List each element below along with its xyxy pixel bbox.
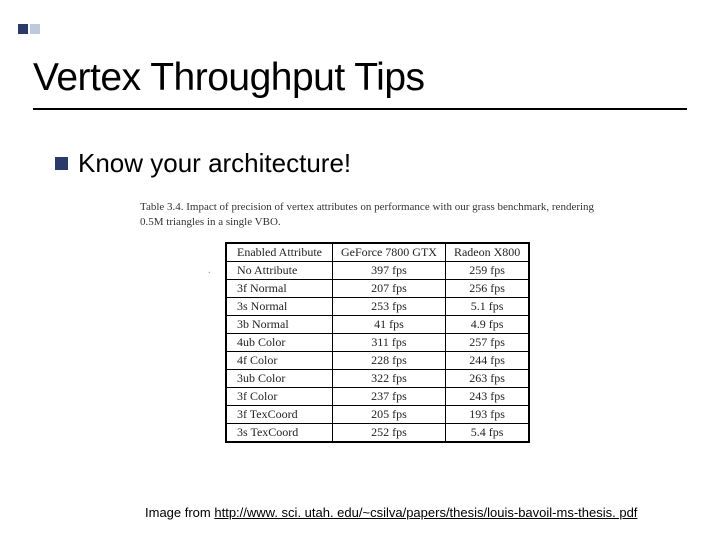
- credit-prefix: Image from: [145, 505, 214, 520]
- table-cell: 253 fps: [332, 298, 445, 316]
- table-cell: 259 fps: [445, 262, 528, 280]
- table-row: 4f Color228 fps244 fps: [227, 352, 529, 370]
- table-cell: 311 fps: [332, 334, 445, 352]
- table-cell: 207 fps: [332, 280, 445, 298]
- title-underline: [33, 108, 687, 110]
- bullet-square-icon: [55, 157, 68, 170]
- table-cell: 4.9 fps: [445, 316, 528, 334]
- table-cell: 3ub Color: [227, 370, 333, 388]
- table-cell: 397 fps: [332, 262, 445, 280]
- table-cell: 205 fps: [332, 406, 445, 424]
- table-row: 4ub Color311 fps257 fps: [227, 334, 529, 352]
- table-cell: 3f Normal: [227, 280, 333, 298]
- table-cell: 263 fps: [445, 370, 528, 388]
- table-cell: 3f TexCoord: [227, 406, 333, 424]
- table-header: GeForce 7800 GTX: [332, 244, 445, 262]
- table-cell: 322 fps: [332, 370, 445, 388]
- table-cell: 228 fps: [332, 352, 445, 370]
- slide-accent: [18, 24, 40, 34]
- table-row: 3f Normal207 fps256 fps: [227, 280, 529, 298]
- table-cell: No Attribute: [227, 262, 333, 280]
- page-title: Vertex Throughput Tips: [33, 56, 425, 100]
- table-cell: 41 fps: [332, 316, 445, 334]
- table-row: 3s Normal253 fps5.1 fps: [227, 298, 529, 316]
- table-cell: 193 fps: [445, 406, 528, 424]
- table-cell: 257 fps: [445, 334, 528, 352]
- bullet-item: Know your architecture!: [55, 148, 351, 179]
- table-cell: 4f Color: [227, 352, 333, 370]
- table-row: 3b Normal41 fps4.9 fps: [227, 316, 529, 334]
- table-cell: 3s TexCoord: [227, 424, 333, 442]
- scan-artifact: .: [208, 265, 211, 276]
- table-row: 3ub Color322 fps263 fps: [227, 370, 529, 388]
- table-row: 3f Color237 fps243 fps: [227, 388, 529, 406]
- table-row: No Attribute397 fps259 fps: [227, 262, 529, 280]
- table-cell: 237 fps: [332, 388, 445, 406]
- accent-square-light: [30, 24, 40, 34]
- bullet-text: Know your architecture!: [78, 148, 351, 179]
- table-cell: 243 fps: [445, 388, 528, 406]
- table-row: 3s TexCoord252 fps5.4 fps: [227, 424, 529, 442]
- image-credit: Image from http://www. sci. utah. edu/~c…: [145, 505, 637, 520]
- table-cell: 5.4 fps: [445, 424, 528, 442]
- table-cell: 4ub Color: [227, 334, 333, 352]
- table-header: Radeon X800: [445, 244, 528, 262]
- performance-table: Enabled Attribute GeForce 7800 GTX Radeo…: [225, 242, 530, 443]
- table-cell: 244 fps: [445, 352, 528, 370]
- table-row: 3f TexCoord205 fps193 fps: [227, 406, 529, 424]
- table-cell: 3b Normal: [227, 316, 333, 334]
- table-cell: 252 fps: [332, 424, 445, 442]
- table-cell: 5.1 fps: [445, 298, 528, 316]
- accent-square-dark: [18, 24, 28, 34]
- table-cell: 3f Color: [227, 388, 333, 406]
- table-header: Enabled Attribute: [227, 244, 333, 262]
- table-caption: Table 3.4. Impact of precision of vertex…: [140, 200, 600, 230]
- table-cell: 256 fps: [445, 280, 528, 298]
- credit-link[interactable]: http://www. sci. utah. edu/~csilva/paper…: [214, 505, 637, 520]
- table-cell: 3s Normal: [227, 298, 333, 316]
- table-header-row: Enabled Attribute GeForce 7800 GTX Radeo…: [227, 244, 529, 262]
